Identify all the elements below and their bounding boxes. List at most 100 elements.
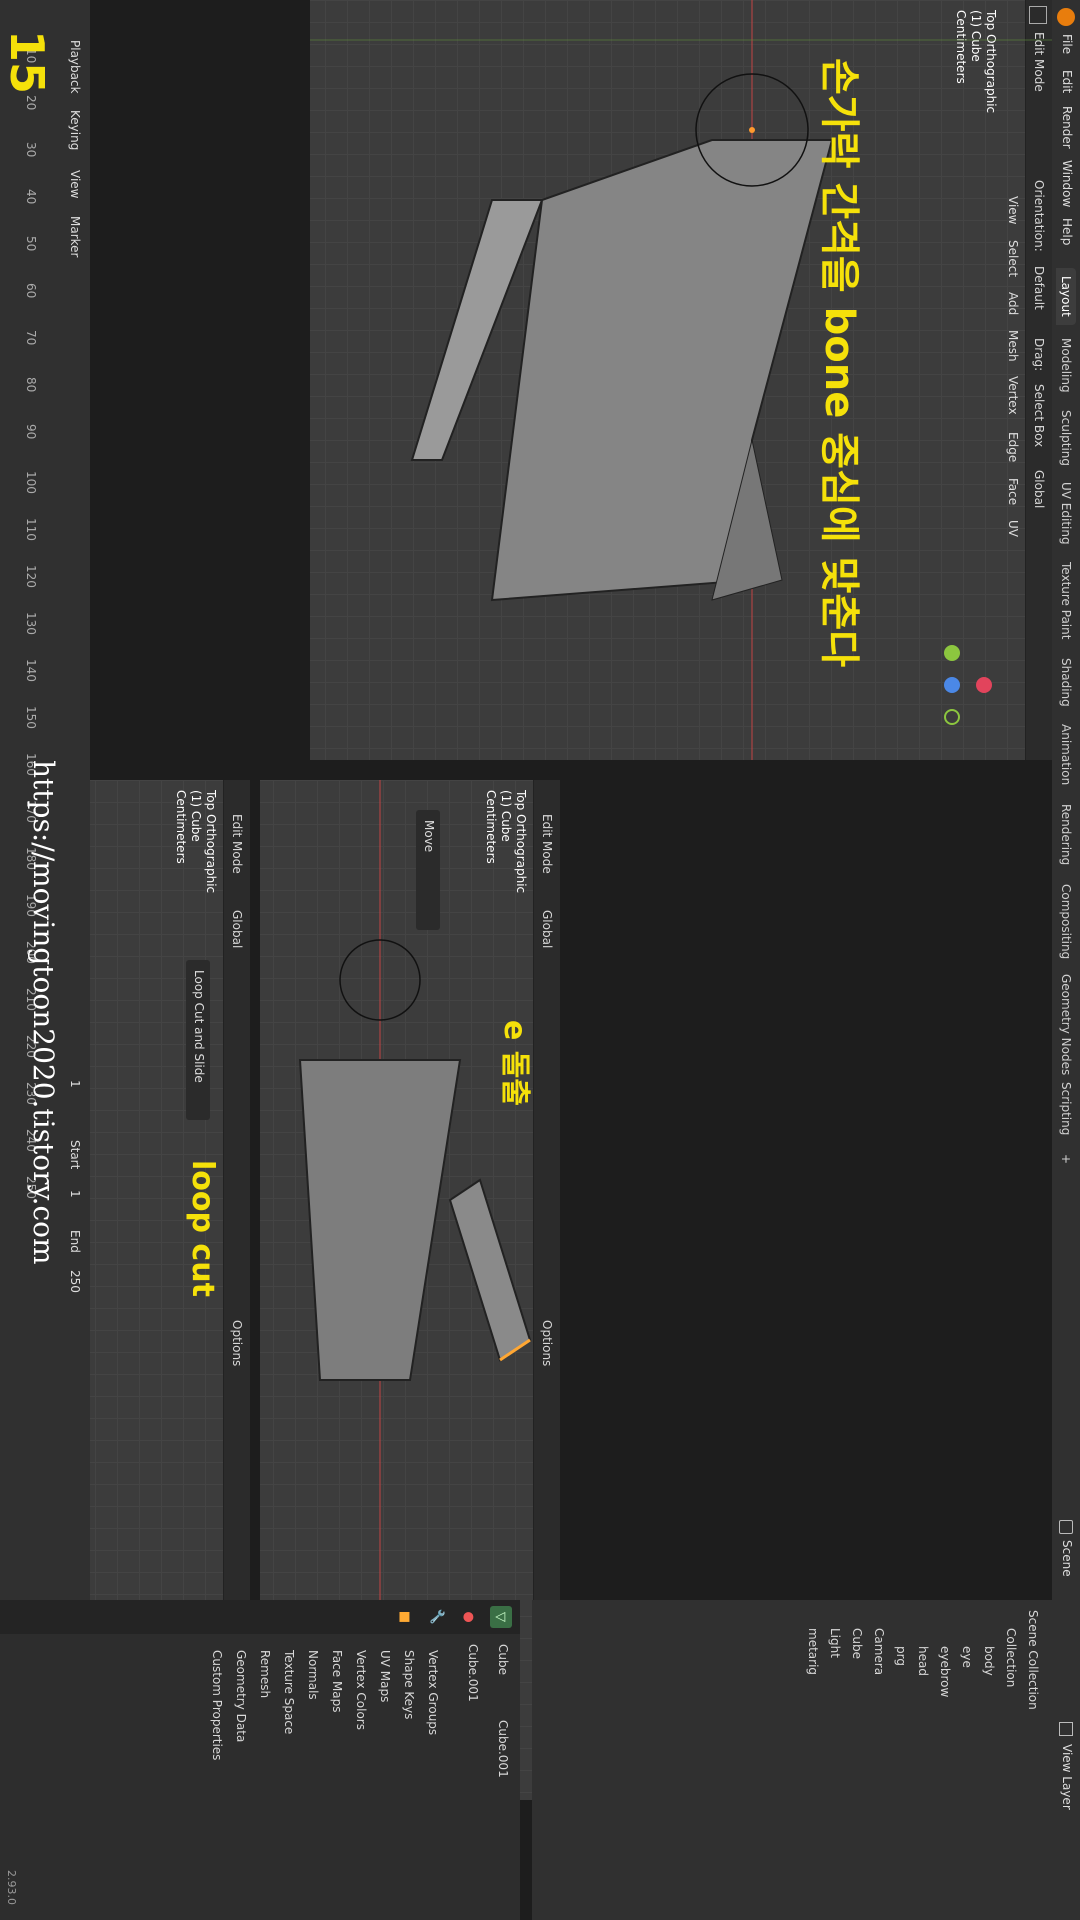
axis-x-icon[interactable] <box>976 677 992 693</box>
outliner-item[interactable]: Light <box>826 1628 844 1658</box>
timeline[interactable]: Playback Keying View Marker 1 Start 1 En… <box>0 0 90 1600</box>
timeline-tick-label: 140 <box>24 659 38 682</box>
blender-window: File Edit Render Window Help Layout Mode… <box>0 0 1080 1920</box>
view-layer-selector[interactable]: View Layer <box>1060 1744 1074 1810</box>
current-frame-field[interactable]: 1 <box>68 1080 82 1088</box>
tab-compositing[interactable]: Compositing <box>1056 876 1076 967</box>
outliner-item[interactable]: metarig <box>804 1628 822 1675</box>
viewport-main[interactable]: Edit Mode Orientation: Default Drag: Sel… <box>310 0 1052 760</box>
timeline-tick-label: 20 <box>24 95 38 111</box>
tab-shading[interactable]: Shading <box>1056 650 1076 715</box>
scene-icon <box>1059 1520 1073 1534</box>
add-workspace-button[interactable]: + <box>1056 1146 1076 1172</box>
transform-orientation-selector[interactable]: Global <box>230 910 244 948</box>
mesh-data-tab-icon[interactable]: ▽ <box>490 1606 512 1628</box>
mesh-name-label: Cube.001 <box>496 1720 510 1778</box>
annotation-left: loop cut <box>185 1160 220 1297</box>
outliner-item[interactable]: prg <box>892 1646 910 1666</box>
end-field[interactable]: 250 <box>68 1270 82 1293</box>
object-tab-icon[interactable]: ■ <box>394 1606 416 1628</box>
property-section-header[interactable]: Texture Space <box>282 1650 296 1734</box>
timeline-tick-label: 90 <box>24 424 38 440</box>
property-section-header[interactable]: UV Maps <box>378 1650 392 1702</box>
watermark: https://movingtoon2020.tistory.com <box>27 760 60 1265</box>
property-section-header[interactable]: Shape Keys <box>402 1650 416 1719</box>
mesh-datablock-field[interactable]: Cube.001 <box>466 1644 480 1702</box>
view-layer-icon <box>1059 1722 1073 1736</box>
annotation-main: 손가락 간격을 bone 중심에 맞춘다 <box>816 58 862 668</box>
timeline-menu-view[interactable]: View <box>68 170 82 198</box>
timeline-tick-label: 100 <box>24 471 38 494</box>
property-section-header[interactable]: Vertex Colors <box>354 1650 368 1730</box>
start-label: Start <box>68 1140 82 1170</box>
big-frame-number: 15 <box>0 30 54 95</box>
outliner-item[interactable]: eye <box>958 1646 976 1668</box>
tab-scripting[interactable]: Scripting <box>1056 1074 1076 1143</box>
menu-window[interactable]: Window <box>1060 160 1074 207</box>
blender-logo-icon[interactable] <box>1057 8 1075 26</box>
menu-edit[interactable]: Edit <box>1060 70 1074 93</box>
version-label: 2.93.0 <box>5 1870 18 1905</box>
timeline-tick-label: 120 <box>24 565 38 588</box>
timeline-tick-label: 80 <box>24 377 38 393</box>
property-section-header[interactable]: Geometry Data <box>234 1650 248 1742</box>
outliner[interactable]: Scene Collection Collection body eye eyebrow… <box>532 1600 1052 1920</box>
last-operator-label: Loop Cut and Slide <box>192 970 206 1083</box>
timeline-tick-label: 150 <box>24 706 38 729</box>
last-operator-panel[interactable]: Loop Cut and Slide <box>186 960 210 1120</box>
material-tab-icon[interactable]: ● <box>458 1606 480 1628</box>
unit-system: Centimeters <box>174 790 188 864</box>
outliner-item[interactable]: eyebrow <box>936 1646 954 1697</box>
outliner-item[interactable]: Collection <box>1002 1628 1020 1687</box>
object-name: (1) Cube <box>189 790 203 842</box>
axis-neg-y-icon[interactable] <box>944 709 960 725</box>
end-label: End <box>68 1230 82 1253</box>
menu-render[interactable]: Render <box>1060 106 1074 149</box>
tab-texture-paint[interactable]: Texture Paint <box>1056 554 1076 647</box>
timeline-menu-marker[interactable]: Marker <box>68 216 82 257</box>
timeline-tick-label: 30 <box>24 142 38 158</box>
viewport-left-info: Top Orthographic (1) Cube Centimeters <box>173 790 218 893</box>
timeline-tick-label: 130 <box>24 612 38 635</box>
outliner-item[interactable]: Scene Collection <box>1024 1610 1042 1710</box>
property-section-header[interactable]: Normals <box>306 1650 320 1700</box>
tab-sculpting[interactable]: Sculpting <box>1056 402 1076 474</box>
annotation-right: e 돌출 <box>497 1020 532 1106</box>
menu-help[interactable]: Help <box>1060 218 1074 245</box>
outliner-item[interactable]: body <box>980 1646 998 1676</box>
timeline-menu-keying[interactable]: Keying <box>68 110 82 150</box>
tab-layout[interactable]: Layout <box>1056 268 1076 325</box>
outliner-item[interactable]: Camera <box>870 1628 888 1675</box>
properties-tabs: ▽ ● 🔧 ■ <box>0 1600 520 1634</box>
top-bar: File Edit Render Window Help Layout Mode… <box>1052 0 1080 1920</box>
timeline-tick-label: 40 <box>24 189 38 205</box>
tab-rendering[interactable]: Rendering <box>1056 796 1076 873</box>
timeline-menu-playback[interactable]: Playback <box>68 40 82 94</box>
outliner-item[interactable]: head <box>914 1646 932 1676</box>
timeline-tick-label: 110 <box>24 518 38 541</box>
property-section-header[interactable]: Vertex Groups <box>426 1650 440 1735</box>
view-name: Top Orthographic <box>204 790 218 894</box>
scene-selector[interactable]: Scene <box>1060 1540 1074 1577</box>
options-button[interactable]: Options <box>230 1320 244 1366</box>
tab-geometry-nodes[interactable]: Geometry Nodes <box>1056 966 1076 1083</box>
outliner-item[interactable]: Cube <box>848 1628 866 1659</box>
axis-z-icon[interactable] <box>944 677 960 693</box>
axis-y-icon[interactable] <box>944 645 960 661</box>
tab-modeling[interactable]: Modeling <box>1056 330 1076 401</box>
menu-file[interactable]: File <box>1060 34 1074 54</box>
timeline-tick-label: 50 <box>24 236 38 252</box>
object-name-label: Cube <box>496 1644 510 1675</box>
timeline-tick-label: 60 <box>24 283 38 299</box>
tab-uv-editing[interactable]: UV Editing <box>1056 474 1076 553</box>
mode-selector[interactable]: Edit Mode <box>230 814 244 874</box>
start-field[interactable]: 1 <box>68 1190 82 1198</box>
properties-editor[interactable]: ▽ ● 🔧 ■ Cube Cube.001 Cube.001 Vertex Gr… <box>0 1600 520 1920</box>
navigation-gizmo[interactable] <box>912 645 992 725</box>
property-section-header[interactable]: Remesh <box>258 1650 272 1698</box>
timeline-tick-label: 70 <box>24 330 38 346</box>
property-section-header[interactable]: Face Maps <box>330 1650 344 1713</box>
property-section-header[interactable]: Custom Properties <box>210 1650 224 1760</box>
modifier-tab-icon[interactable]: 🔧 <box>426 1606 448 1628</box>
tab-animation[interactable]: Animation <box>1056 716 1076 793</box>
